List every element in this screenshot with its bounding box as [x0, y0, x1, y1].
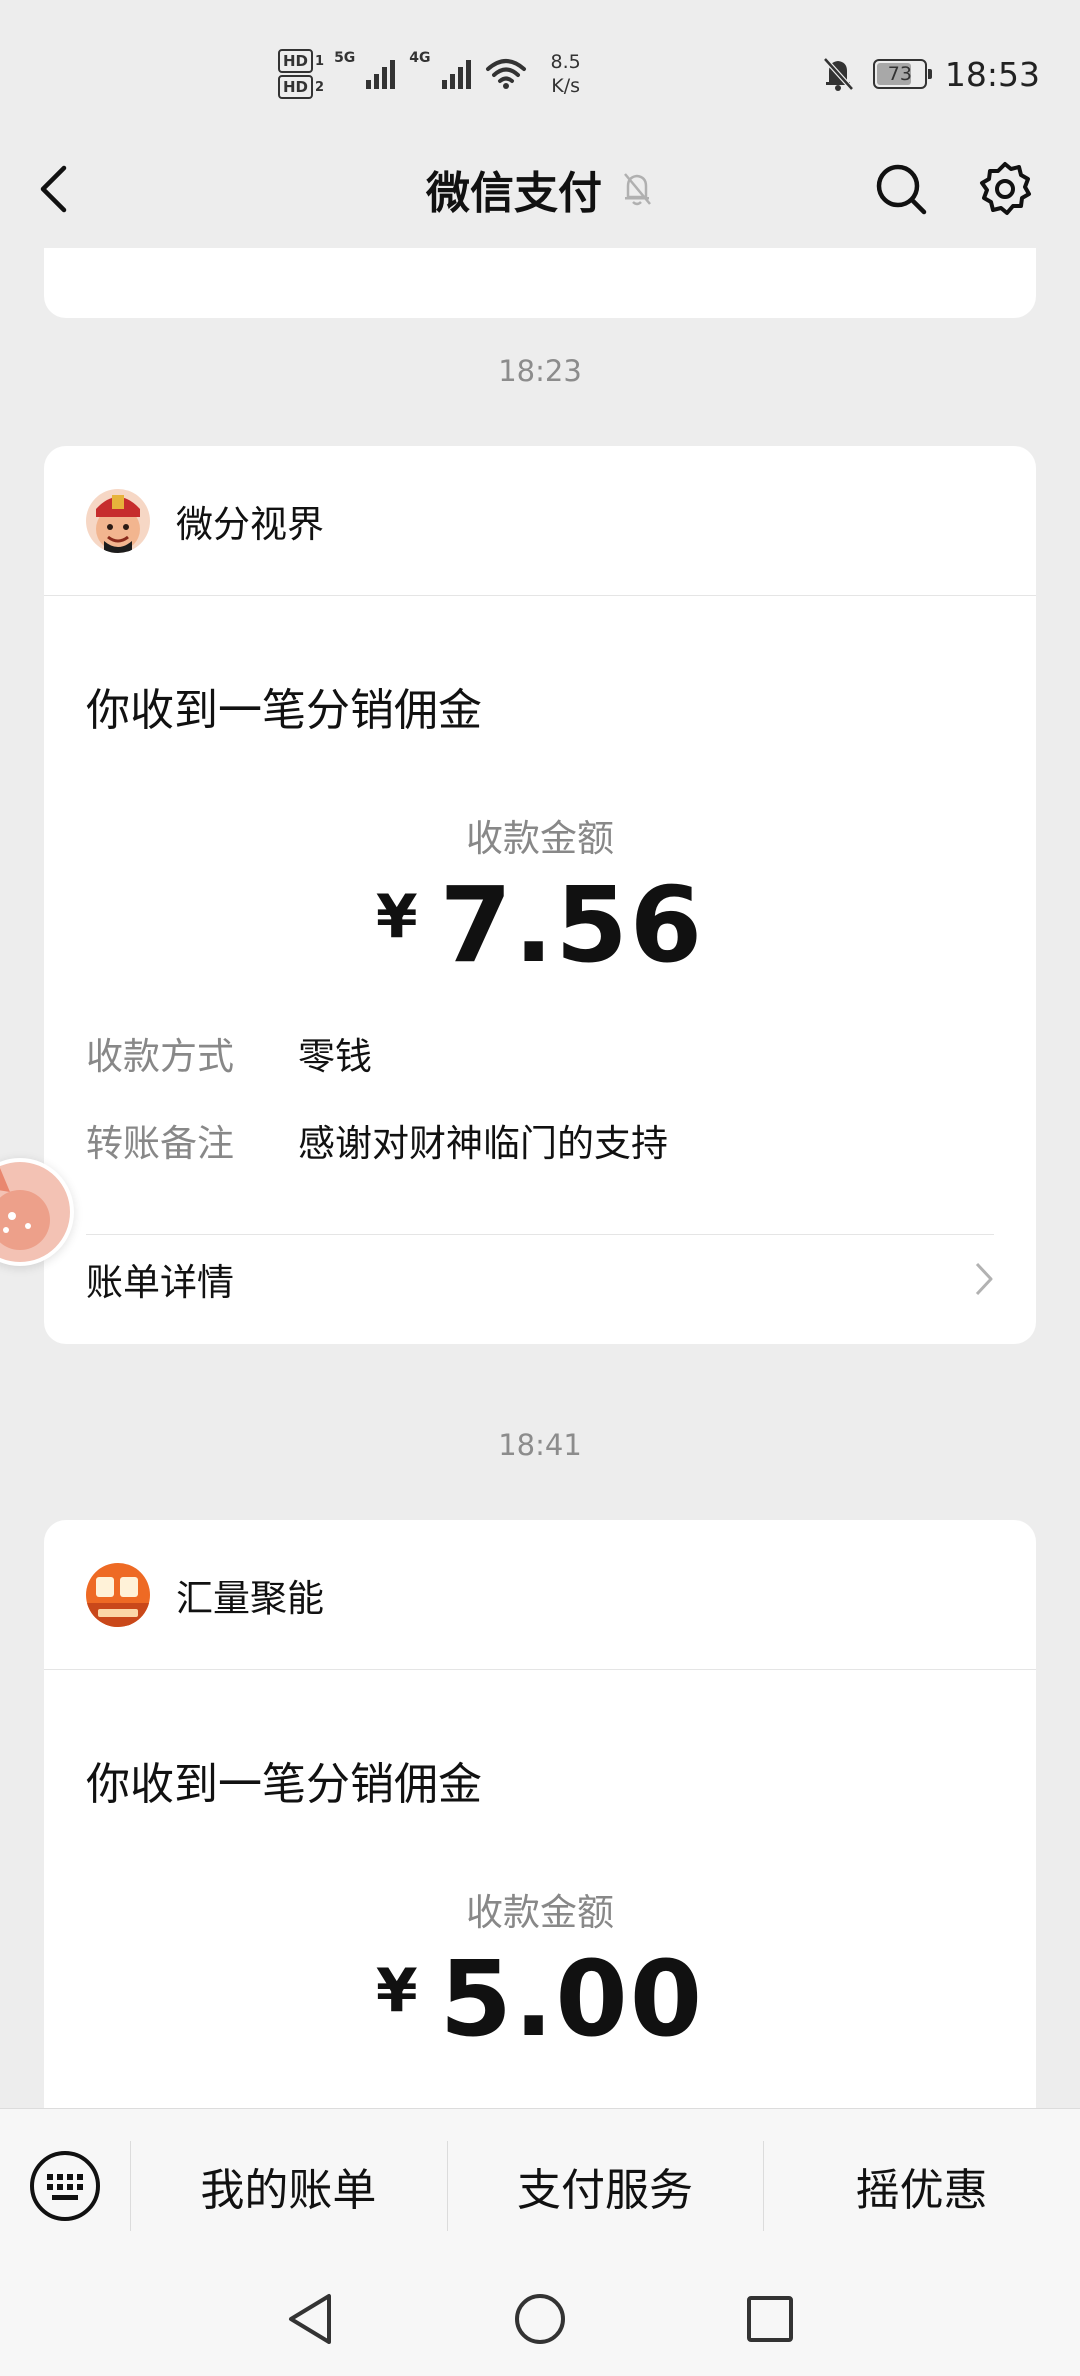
- network-5g-label: 5G: [334, 50, 356, 66]
- hd1-indicator: HD 1: [278, 49, 324, 73]
- notice-title: 你收到一笔分销佣金: [86, 685, 482, 736]
- signal-icon: [366, 60, 396, 89]
- gear-icon: [980, 162, 1031, 215]
- keyboard-icon: [30, 2150, 100, 2221]
- battery-indicator: 73: [872, 59, 932, 89]
- message-timestamp: 18:23: [498, 354, 582, 388]
- network-4g-label: 4G: [409, 50, 431, 66]
- previous-card-bottom: [44, 248, 1036, 318]
- amount-value: ¥ 5.00: [44, 1938, 1036, 2060]
- currency-symbol: ¥: [375, 1956, 418, 2026]
- merchant-name: 微分视界: [176, 502, 324, 546]
- merchant-avatar: [86, 1562, 150, 1627]
- search-button[interactable]: [866, 154, 936, 224]
- bill-details-link[interactable]: 账单详情: [86, 1239, 994, 1319]
- status-right-indicators: 73 18:53: [821, 48, 1040, 100]
- signal-icon: [441, 60, 471, 89]
- notice-title: 你收到一笔分销佣金: [86, 1759, 482, 1810]
- hd2-indicator: HD 2: [278, 75, 324, 99]
- payment-notice-card[interactable]: 汇量聚能 你收到一笔分销佣金 收款金额 ¥ 5.00: [44, 1520, 1036, 2108]
- merchant-name: 汇量聚能: [176, 1576, 324, 1620]
- menu-shake-offers[interactable]: 摇优惠: [763, 2109, 1080, 2263]
- system-home-button[interactable]: [425, 2262, 655, 2376]
- amount-label: 收款金额: [466, 817, 614, 860]
- system-recents-button[interactable]: [655, 2262, 885, 2376]
- menu-payment-services[interactable]: 支付服务: [446, 2109, 764, 2263]
- square-recents-icon: [747, 2296, 793, 2342]
- settings-button[interactable]: [970, 154, 1040, 224]
- amount-number: 5.00: [439, 1938, 705, 2060]
- keyboard-toggle-button[interactable]: [0, 2109, 130, 2263]
- bell-muted-icon: [823, 57, 854, 91]
- circle-home-icon: [515, 2294, 565, 2344]
- amount-number: 7.56: [439, 864, 705, 986]
- merchant-avatar: [86, 488, 150, 553]
- system-nav-bar: [0, 2262, 1080, 2376]
- card-header[interactable]: 微分视界: [44, 446, 1036, 596]
- chevron-right-icon: [975, 1262, 993, 1296]
- message-timestamp: 18:41: [498, 1428, 582, 1462]
- card-header[interactable]: 汇量聚能: [44, 1520, 1036, 1670]
- message-list[interactable]: 18:23 微分视界 你收到一笔分销佣金 收款金额 ¥ 7.56 收款方式 零钱…: [0, 248, 1080, 2108]
- menu-my-bills[interactable]: 我的账单: [130, 2109, 447, 2263]
- triangle-back-icon: [289, 2294, 331, 2344]
- bottom-menu: 我的账单 支付服务 摇优惠: [0, 2108, 1080, 2262]
- detail-row: 收款方式 零钱: [86, 1035, 372, 1078]
- mute-notification-icon: [624, 173, 651, 206]
- status-time: 18:53: [944, 54, 1040, 94]
- wifi-icon: [485, 59, 526, 89]
- amount-label: 收款金额: [466, 1891, 614, 1934]
- search-icon: [876, 164, 927, 215]
- divider: [86, 1234, 994, 1235]
- status-bar: HD 1 HD 2 5G 4G 8.5 K/s 73 18:53: [0, 0, 1080, 130]
- network-speed: 8.5 K/s: [550, 51, 581, 97]
- detail-row: 转账备注 感谢对财神临门的支持: [86, 1122, 668, 1165]
- payment-notice-card[interactable]: 微分视界 你收到一笔分销佣金 收款金额 ¥ 7.56 收款方式 零钱 转账备注 …: [44, 446, 1036, 1344]
- nav-bar: 微信支付: [0, 130, 1080, 248]
- currency-symbol: ¥: [375, 882, 418, 952]
- hd-indicators: HD 1 HD 2: [278, 49, 324, 99]
- amount-value: ¥ 7.56: [44, 864, 1036, 986]
- status-left-indicators: HD 1 HD 2 5G 4G 8.5 K/s: [278, 42, 581, 106]
- system-back-button[interactable]: [195, 2262, 425, 2376]
